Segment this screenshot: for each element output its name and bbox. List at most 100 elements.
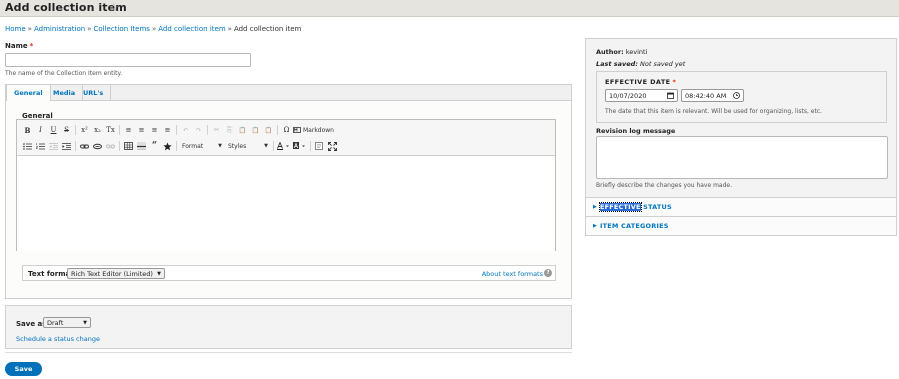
breadcrumb-add-collection-item[interactable]: Add collection item [158, 25, 225, 33]
chevron-down-icon: ▼ [218, 143, 222, 149]
paste-text-button[interactable]: 📋 [249, 124, 262, 136]
caret-right-icon: ▶ [593, 204, 597, 210]
unlink-icon[interactable] [104, 140, 117, 152]
text-color-icon[interactable] [276, 140, 292, 152]
schedule-status-change-link[interactable]: Schedule a status change [16, 335, 100, 343]
table-icon[interactable] [122, 140, 135, 152]
chevron-down-icon: ▼ [264, 143, 268, 149]
toolbar-separator [176, 141, 177, 151]
markdown-icon [293, 124, 301, 136]
cut-button[interactable]: ✂ [210, 124, 223, 136]
breadcrumb-home[interactable]: Home [5, 25, 26, 33]
toolbar-separator [176, 125, 177, 135]
toolbar-separator [75, 141, 76, 151]
redo-button[interactable]: ↷ [192, 124, 205, 136]
toolbar-separator [273, 141, 274, 151]
align-right-button[interactable]: ≡ [148, 124, 161, 136]
text-format-select[interactable]: Rich Text Editor (Limited) ▼ [67, 268, 165, 279]
text-format-wrapper: Text format Rich Text Editor (Limited) ▼… [22, 265, 556, 281]
toolbar-separator [277, 125, 278, 135]
tab-urls[interactable]: URL's [76, 85, 112, 101]
name-input[interactable] [5, 53, 251, 67]
blockquote-icon[interactable]: “ [148, 140, 161, 152]
toolbar-separator [310, 141, 311, 151]
date-input[interactable]: 10/07/2020 [605, 89, 678, 102]
outdent-icon[interactable] [47, 140, 60, 152]
help-icon[interactable]: ? [544, 269, 552, 277]
superscript-button[interactable]: x² [78, 124, 91, 136]
toolbar-row-2: “ Format ▼ Styles ▼ [21, 140, 339, 152]
toolbar-separator [75, 125, 76, 135]
undo-button[interactable]: ↶ [179, 124, 192, 136]
source-icon[interactable] [313, 140, 326, 152]
save-button[interactable]: Save [5, 362, 42, 376]
moderation-state-box: Save as: Draft ▼ Schedule a status chang… [5, 305, 572, 349]
horizontal-rule-icon[interactable] [135, 140, 148, 152]
paste-word-button[interactable]: 📋 [262, 124, 275, 136]
editor-content-area[interactable] [17, 157, 555, 251]
time-input[interactable]: 08:42:40 AM [681, 89, 744, 102]
format-dropdown[interactable]: Format ▼ [179, 141, 225, 152]
link-icon[interactable] [78, 140, 91, 152]
toolbar-separator [119, 141, 120, 151]
author-meta: Author: kevinti [596, 48, 648, 56]
required-marker: * [29, 42, 34, 50]
effective-status-highlight: EFFECTIVE [599, 202, 642, 212]
underline-button[interactable]: U [47, 124, 60, 136]
special-char-button[interactable]: Ω [280, 124, 293, 136]
revision-log-description: Briefly describe the changes you have ma… [596, 182, 733, 189]
toolbar-separator [207, 125, 208, 135]
revision-log-label: Revision log message [596, 127, 676, 135]
tab-bar: General Media URL's [6, 85, 571, 102]
editor-toolbar: B I U S x² x₂ Tx ≡ ≡ ≡ ≡ ↶ ↷ ✂ ⎘ 📋 📋 📋 Ω [17, 120, 555, 156]
last-saved-meta: Last saved: Not saved yet [596, 60, 686, 68]
drupal-link-icon[interactable] [91, 140, 104, 152]
rich-text-editor: B I U S x² x₂ Tx ≡ ≡ ≡ ≡ ↶ ↷ ✂ ⎘ 📋 📋 📋 Ω [16, 119, 556, 251]
copy-button[interactable]: ⎘ [223, 124, 236, 136]
align-left-button[interactable]: ≡ [122, 124, 135, 136]
divider [5, 352, 572, 353]
bulleted-list-icon[interactable] [21, 140, 34, 152]
required-marker: * [672, 78, 677, 86]
maximize-icon[interactable] [326, 140, 339, 152]
name-description: The name of the Collection Item entity. [5, 70, 123, 77]
styles-dropdown[interactable]: Styles ▼ [225, 141, 271, 152]
remove-format-button[interactable]: Tx [104, 124, 117, 136]
breadcrumb-current: Add collection item [233, 25, 302, 33]
title-bar: Add collection item ☆ [0, 0, 899, 17]
save-as-select[interactable]: Draft ▼ [43, 317, 91, 328]
about-text-formats-link[interactable]: About text formats [482, 270, 543, 278]
effective-date-fieldset: EFFECTIVE DATE * 10/07/2020 08:42:40 AM T… [596, 71, 887, 123]
breadcrumb-administration[interactable]: Administration [34, 25, 85, 33]
star-icon[interactable]: ☆ [109, 1, 119, 14]
revision-log-textarea[interactable] [596, 136, 888, 179]
markdown-button[interactable]: Markdown [303, 127, 334, 134]
caret-right-icon: ▶ [593, 223, 597, 229]
calendar-icon[interactable] [667, 92, 674, 101]
toolbar-row-1: B I U S x² x₂ Tx ≡ ≡ ≡ ≡ ↶ ↷ ✂ ⎘ 📋 📋 📋 Ω [21, 124, 334, 136]
numbered-list-icon[interactable] [34, 140, 47, 152]
subscript-button[interactable]: x₂ [91, 124, 104, 136]
chevron-down-icon: ▼ [83, 320, 87, 326]
effective-date-description: The date that this item is relevant. Wil… [605, 108, 823, 115]
toolbar-separator [119, 125, 120, 135]
breadcrumb-collection-items[interactable]: Collection Items [94, 25, 150, 33]
italic-button[interactable]: I [34, 124, 47, 136]
meta-sidebar: Author: kevinti Last saved: Not saved ye… [585, 38, 897, 236]
clock-icon[interactable] [733, 92, 740, 101]
breadcrumb: Home» Administration» Collection Items» Add… [5, 25, 302, 33]
accordion-effective-status[interactable]: ▶ EFFECTIVE STATUS [586, 197, 896, 216]
indent-icon[interactable] [60, 140, 73, 152]
chevron-down-icon: ▼ [157, 271, 161, 277]
align-center-button[interactable]: ≡ [135, 124, 148, 136]
strikethrough-button[interactable]: S [60, 124, 73, 136]
accordion-item-categories[interactable]: ▶ ITEM CATEGORIES [586, 216, 896, 235]
align-justify-button[interactable]: ≡ [161, 124, 174, 136]
name-label: Name * [5, 42, 34, 50]
tab-general[interactable]: General [6, 85, 51, 102]
star-toolbar-icon[interactable] [161, 140, 174, 152]
effective-date-title: EFFECTIVE DATE * [605, 78, 677, 86]
paste-button[interactable]: 📋 [236, 124, 249, 136]
bold-button[interactable]: B [21, 124, 34, 136]
background-color-icon[interactable] [292, 140, 308, 152]
